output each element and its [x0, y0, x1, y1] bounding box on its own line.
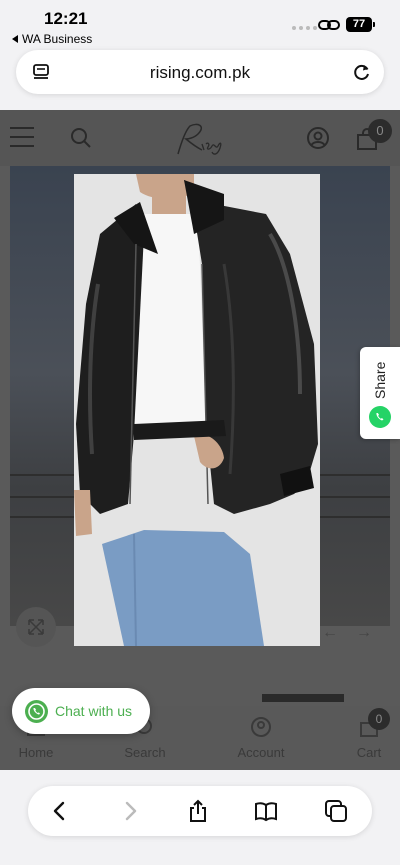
- product-photo[interactable]: [74, 174, 320, 646]
- status-bar: 12:21 WA Business 77: [0, 0, 400, 46]
- nav-home-label: Home: [18, 745, 54, 760]
- chat-with-us-button[interactable]: Chat with us: [12, 688, 150, 734]
- brand-logo[interactable]: [168, 120, 234, 160]
- back-to-app-link[interactable]: WA Business: [12, 32, 92, 46]
- link-icon: [318, 20, 340, 30]
- hamburger-menu-icon[interactable]: [10, 127, 34, 147]
- chat-label: Chat with us: [55, 703, 133, 719]
- nav-cart-label: Cart: [356, 745, 382, 760]
- back-icon[interactable]: [48, 799, 72, 823]
- battery-icon: 77: [346, 17, 375, 32]
- zoom-button[interactable]: [16, 607, 56, 647]
- nav-search-label: Search: [124, 745, 166, 760]
- address-bar-area: rising.com.pk: [0, 46, 400, 110]
- jacket-photo: [74, 174, 320, 646]
- gallery-progress-bar: [262, 694, 344, 702]
- status-time: 12:21: [44, 9, 88, 28]
- cart-count-badge: 0: [368, 119, 392, 143]
- account-icon: [251, 717, 271, 737]
- share-tab[interactable]: Share: [360, 347, 400, 439]
- whatsapp-icon: [25, 700, 48, 723]
- bookmarks-icon[interactable]: [254, 799, 278, 823]
- browser-toolbar: [28, 786, 372, 836]
- address-bar[interactable]: rising.com.pk: [16, 50, 384, 94]
- reload-icon[interactable]: [352, 62, 372, 82]
- whatsapp-icon: [369, 406, 391, 428]
- forward-icon[interactable]: [118, 799, 142, 823]
- url-text: rising.com.pk: [149, 63, 251, 82]
- search-icon[interactable]: [70, 127, 92, 149]
- nav-account-label: Account: [237, 745, 285, 760]
- browser-toolbar-area: [0, 770, 400, 865]
- tabs-icon[interactable]: [324, 799, 348, 823]
- gallery-arrows[interactable]: ←→: [322, 624, 390, 642]
- nav-account[interactable]: Account: [232, 716, 290, 760]
- back-triangle-icon: [12, 35, 18, 43]
- site-header: 0: [0, 110, 400, 166]
- signal-dots: [292, 26, 317, 30]
- back-app-label: WA Business: [22, 32, 93, 46]
- expand-icon: [28, 619, 44, 635]
- share-icon[interactable]: [186, 799, 210, 823]
- nav-cart-badge: 0: [368, 708, 390, 730]
- share-label: Share: [372, 361, 388, 399]
- account-icon[interactable]: [306, 126, 330, 150]
